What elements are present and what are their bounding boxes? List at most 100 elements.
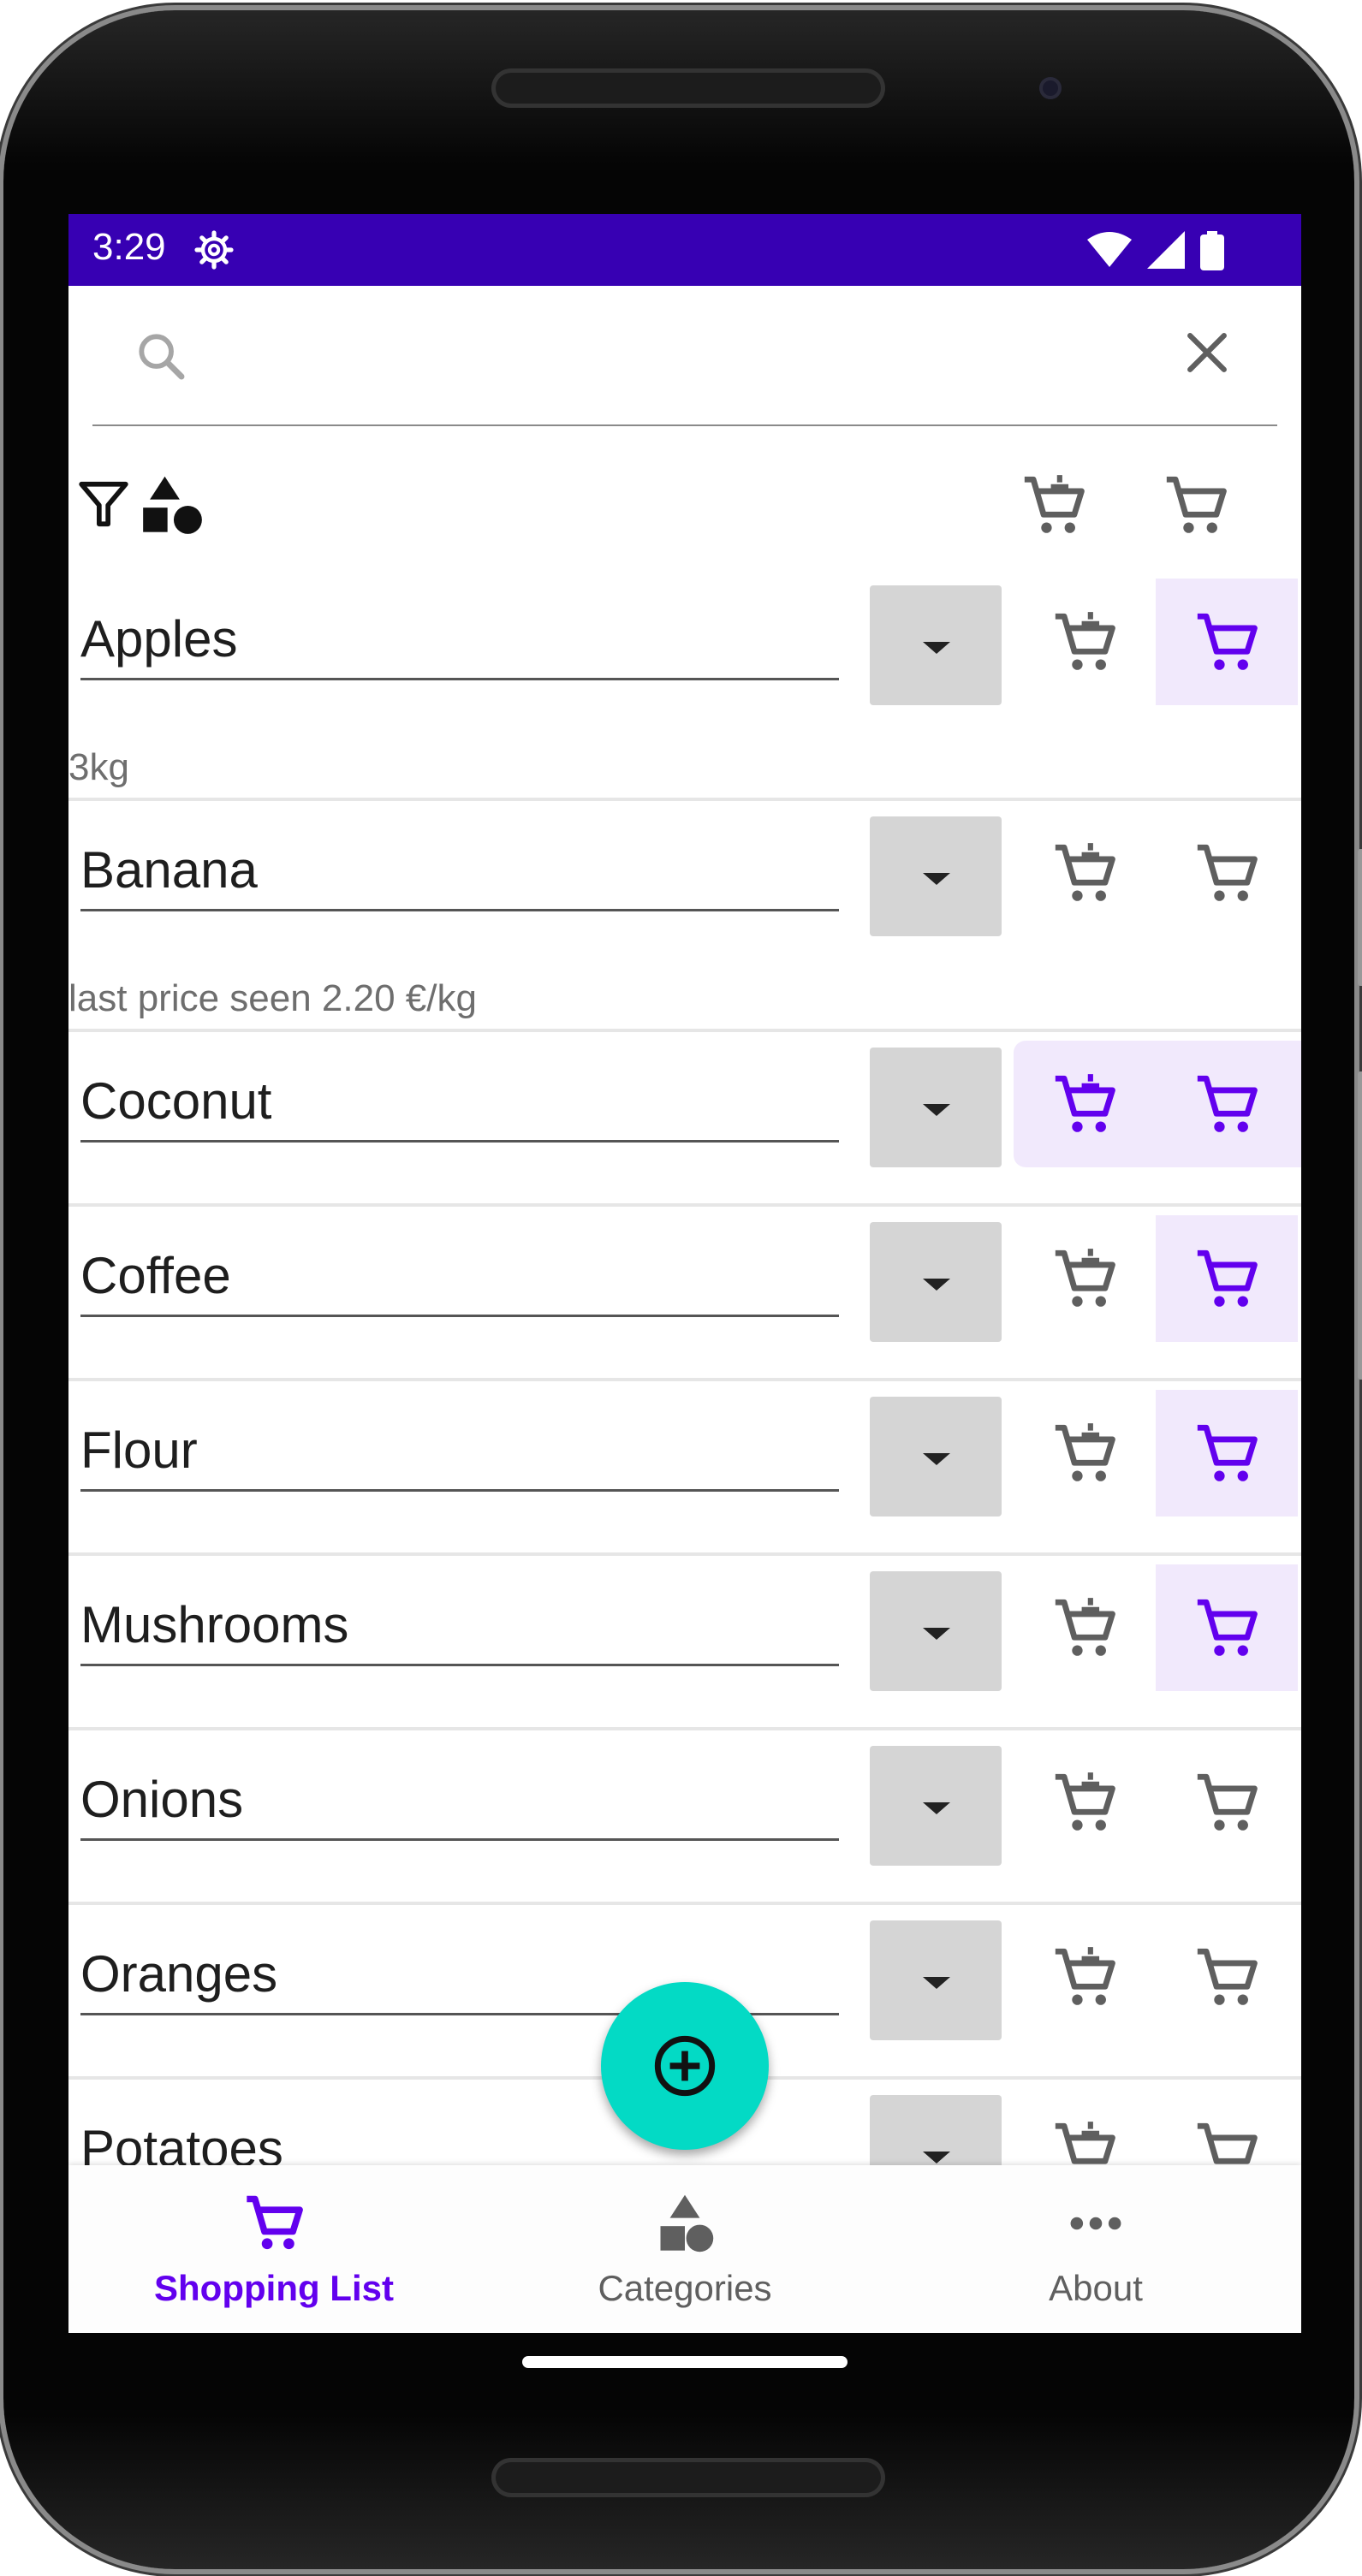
cart-remove-icon [1055, 612, 1115, 670]
cart-add-icon [1197, 1773, 1258, 1831]
item-name-field[interactable]: Apples [80, 592, 839, 680]
item-name: Mushrooms [80, 1596, 349, 1653]
item-options-dropdown[interactable] [870, 585, 1002, 705]
item-name-field[interactable]: Banana [80, 823, 839, 911]
item-name: Coconut [80, 1072, 272, 1130]
caret-down-icon [923, 1977, 950, 1989]
cart-remove-button[interactable] [1014, 1914, 1156, 2040]
item-options-dropdown[interactable] [870, 816, 1002, 936]
item-options-dropdown[interactable] [870, 1397, 1002, 1517]
cart-remove-icon [1055, 1947, 1115, 2005]
search-underline [92, 424, 1277, 426]
add-circle-icon [654, 2035, 716, 2097]
nav-item-categories[interactable]: Categories [479, 2165, 890, 2333]
nav-item-shopping-list[interactable]: Shopping List [68, 2165, 479, 2333]
list-item: Flour [68, 1381, 1301, 1556]
list-item: Coffee [68, 1207, 1301, 1381]
item-subtitle: 3kg [68, 746, 129, 788]
item-subtitle: last price seen 2.20 €/kg [68, 977, 477, 1019]
search-icon [139, 334, 185, 380]
cart-add-button[interactable] [1156, 1041, 1298, 1167]
cart-add-icon [1197, 1948, 1258, 2005]
caret-down-icon [923, 873, 950, 885]
nav-item-about[interactable]: About [890, 2165, 1301, 2333]
cart-add-button[interactable] [1156, 579, 1298, 705]
more-icon [1070, 2217, 1121, 2230]
item-name: Banana [80, 841, 258, 899]
list-item: Mushrooms [68, 1556, 1301, 1730]
search-bar [68, 286, 1301, 433]
search-input[interactable] [197, 317, 1091, 395]
add-item-fab[interactable] [601, 1982, 769, 2150]
close-icon[interactable] [1178, 323, 1236, 382]
cart-remove-button[interactable] [1014, 579, 1156, 705]
wifi-icon [1087, 232, 1132, 267]
item-name-field[interactable]: Flour [80, 1404, 839, 1492]
caret-down-icon [923, 1802, 950, 1814]
cart-add-button[interactable] [1156, 1390, 1298, 1517]
shapes-icon [660, 2194, 714, 2253]
cart-remove-icon [1055, 843, 1115, 901]
cart-add-button[interactable] [1156, 1914, 1298, 2040]
cart-add-icon [1197, 1075, 1258, 1132]
item-name: Onions [80, 1771, 244, 1828]
item-options-dropdown[interactable] [870, 1048, 1002, 1167]
cart-add-button[interactable] [1156, 1564, 1298, 1691]
cart-remove-all-icon[interactable] [1019, 471, 1089, 541]
cart-remove-button[interactable] [1014, 1041, 1156, 1167]
shapes-icon[interactable] [140, 472, 205, 537]
item-name-field[interactable]: Coconut [80, 1054, 839, 1143]
caret-down-icon [923, 1279, 950, 1291]
item-options-dropdown[interactable] [870, 1222, 1002, 1342]
top-speaker [491, 68, 885, 108]
cart-remove-icon [1055, 1598, 1115, 1656]
filter-icon[interactable] [77, 476, 130, 532]
cart-add-icon [1197, 844, 1258, 901]
item-name: Oranges [80, 1945, 278, 2003]
nav-label-shopping-list: Shopping List [154, 2268, 394, 2308]
cart-remove-button[interactable] [1014, 810, 1156, 936]
volume-button [1358, 1071, 1362, 1380]
caret-down-icon [923, 1453, 950, 1465]
cart-remove-icon [1055, 1423, 1115, 1481]
bottom-navigation: Shopping List Categories About [68, 2165, 1301, 2333]
caret-down-icon [923, 1104, 950, 1116]
item-name-field[interactable]: Mushrooms [80, 1578, 839, 1666]
list-toolbar [68, 433, 1301, 570]
cart-remove-button[interactable] [1014, 1739, 1156, 1866]
cart-add-button[interactable] [1156, 1739, 1298, 1866]
cart-add-all-icon[interactable] [1161, 471, 1231, 541]
cart-icon [247, 2195, 303, 2250]
item-options-dropdown[interactable] [870, 1920, 1002, 2040]
caret-down-icon [923, 1628, 950, 1640]
cart-remove-button[interactable] [1014, 1215, 1156, 1342]
cart-remove-icon [1055, 1074, 1115, 1132]
cart-add-icon [1197, 1249, 1258, 1307]
cart-add-button[interactable] [1156, 1215, 1298, 1342]
caret-down-icon [923, 642, 950, 654]
status-time: 3:29 [92, 226, 166, 268]
cart-add-icon [1197, 1424, 1258, 1481]
phone-frame: 3:29 Apples 3kg Banana last price seen 2… [3, 10, 1362, 2569]
item-name: Coffee [80, 1247, 231, 1304]
nav-label-about: About [1049, 2268, 1143, 2308]
list-item: Apples 3kg [68, 570, 1301, 801]
item-name-field[interactable]: Coffee [80, 1229, 839, 1317]
caret-down-icon [923, 2152, 950, 2163]
item-name: Apples [80, 610, 238, 668]
cart-remove-button[interactable] [1014, 1564, 1156, 1691]
list-item: Onions [68, 1730, 1301, 1905]
item-options-dropdown[interactable] [870, 1746, 1002, 1866]
bottom-speaker [491, 2458, 885, 2497]
signal-icon [1147, 231, 1185, 269]
cart-remove-icon [1055, 1772, 1115, 1831]
home-gesture-bar[interactable] [522, 2356, 848, 2368]
side-button [1358, 849, 1362, 986]
battery-icon [1200, 231, 1224, 270]
cart-add-button[interactable] [1156, 810, 1298, 936]
item-options-dropdown[interactable] [870, 1571, 1002, 1691]
list-item: Banana last price seen 2.20 €/kg [68, 801, 1301, 1032]
item-name-field[interactable]: Onions [80, 1753, 839, 1841]
cart-remove-button[interactable] [1014, 1390, 1156, 1517]
cart-add-icon [1197, 613, 1258, 670]
